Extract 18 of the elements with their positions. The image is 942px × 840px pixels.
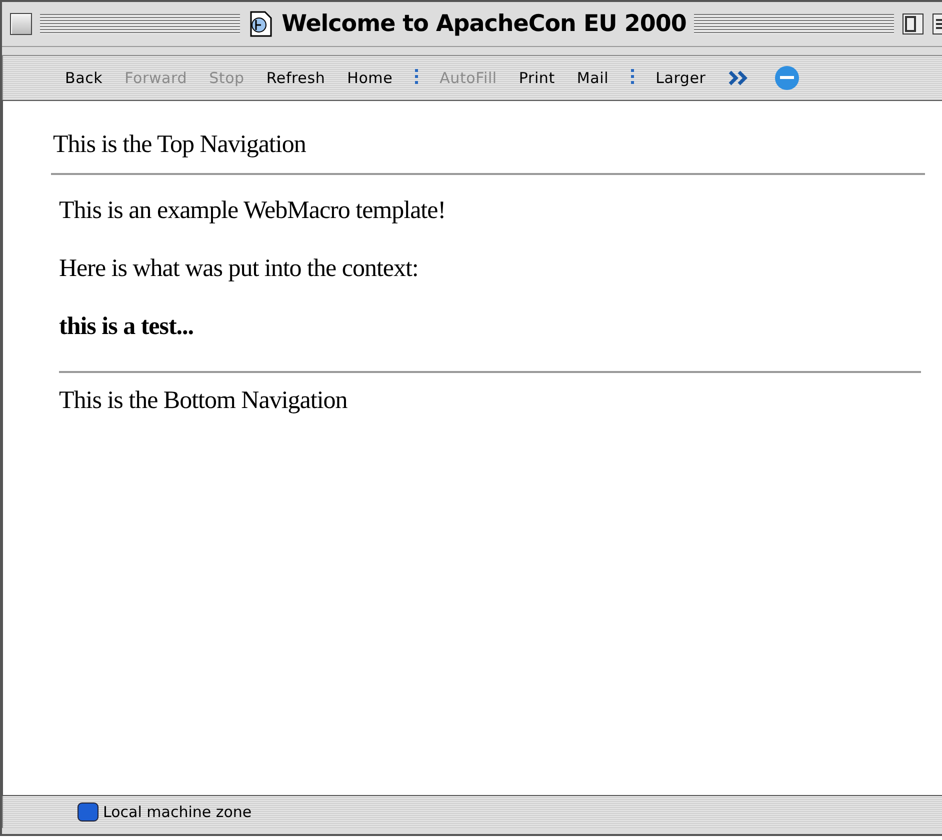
document-icon <box>248 10 274 38</box>
toolbar-button[interactable]: Refresh <box>266 69 326 87</box>
toolbar-button[interactable]: Larger <box>656 69 706 87</box>
toolbar-button[interactable]: Mail <box>576 69 609 87</box>
monitor-icon <box>77 802 99 822</box>
window-title: Welcome to ApacheCon EU 2000 <box>282 11 686 37</box>
close-button[interactable] <box>10 13 32 35</box>
top-navigation-text: This is the Top Navigation <box>52 131 307 160</box>
collapse-icon[interactable] <box>902 13 924 35</box>
status-text: Local machine zone <box>103 803 252 821</box>
paragraph: Here is what was put into the context: <box>59 255 420 284</box>
paragraph: This is an example WebMacro template! <box>59 197 447 226</box>
chevron-icon[interactable] <box>728 70 750 86</box>
bottom-navigation-text: This is the Bottom Navigation <box>58 386 348 415</box>
toolbar-button[interactable]: Home <box>347 69 393 87</box>
paragraph: this is a test... <box>59 313 195 342</box>
toolbar-button[interactable]: Print <box>518 69 555 87</box>
toolbar-button[interactable]: Back <box>65 69 103 87</box>
